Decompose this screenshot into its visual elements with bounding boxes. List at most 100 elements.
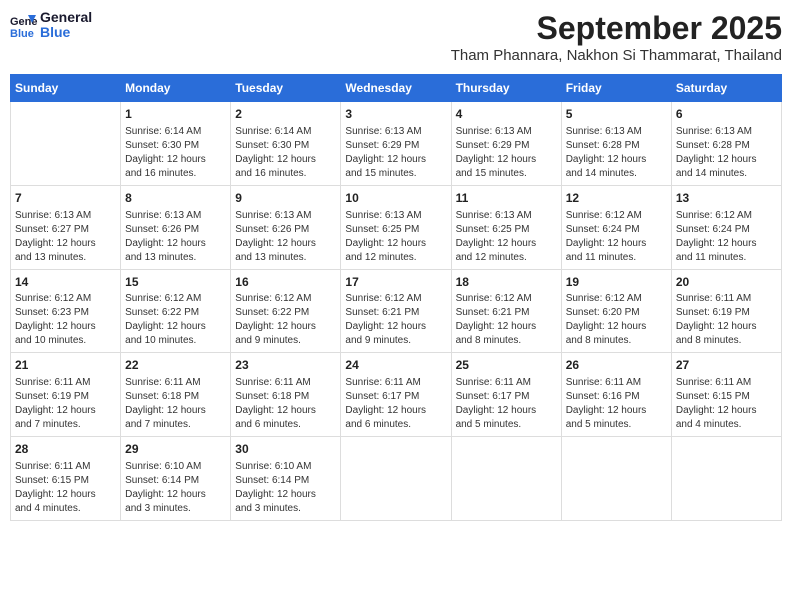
day-info: Sunrise: 6:11 AM Sunset: 6:17 PM Dayligh… (345, 376, 446, 432)
calendar-cell: 22 Sunrise: 6:11 AM Sunset: 6:18 PM Dayli… (121, 353, 231, 437)
day-info: Sunrise: 6:14 AM Sunset: 6:30 PM Dayligh… (235, 125, 336, 181)
header-monday: Monday (121, 75, 231, 102)
day-info: Sunrise: 6:11 AM Sunset: 6:18 PM Dayligh… (235, 376, 336, 432)
day-number: 30 (235, 441, 336, 458)
logo-icon: General Blue (10, 11, 38, 39)
calendar-cell: 18Sunrise: 6:12 AM Sunset: 6:21 PM Dayli… (451, 269, 561, 353)
day-info: Sunrise: 6:10 AM Sunset: 6:14 PM Dayligh… (125, 460, 226, 516)
day-number: 18 (456, 274, 557, 291)
week-row-5: 28Sunrise: 6:11 AM Sunset: 6:15 PM Dayli… (11, 437, 782, 521)
calendar-cell: 25 Sunrise: 6:11 AM Sunset: 6:17 PM Dayli… (451, 353, 561, 437)
calendar-cell (671, 437, 781, 521)
calendar-cell: 5 Sunrise: 6:13 AM Sunset: 6:28 PM Daylig… (561, 102, 671, 186)
day-info: Sunrise: 6:11 AM Sunset: 6:16 PM Dayligh… (566, 376, 667, 432)
calendar-cell: 24 Sunrise: 6:11 AM Sunset: 6:17 PM Dayli… (341, 353, 451, 437)
day-info: Sunrise: 6:11 AM Sunset: 6:17 PM Dayligh… (456, 376, 557, 432)
calendar-cell: 30 Sunrise: 6:10 AM Sunset: 6:14 PM Dayli… (231, 437, 341, 521)
day-number: 11 (456, 190, 557, 207)
calendar-cell: 17Sunrise: 6:12 AM Sunset: 6:21 PM Dayli… (341, 269, 451, 353)
calendar-cell: 16Sunrise: 6:12 AM Sunset: 6:22 PM Dayli… (231, 269, 341, 353)
calendar-cell (341, 437, 451, 521)
week-row-1: 1 Sunrise: 6:14 AM Sunset: 6:30 PM Daylig… (11, 102, 782, 186)
day-number: 27 (676, 357, 777, 374)
day-number: 14 (15, 274, 116, 291)
week-row-4: 21Sunrise: 6:11 AM Sunset: 6:19 PM Dayli… (11, 353, 782, 437)
day-number: 1 (125, 106, 226, 123)
day-number: 19 (566, 274, 667, 291)
header-friday: Friday (561, 75, 671, 102)
day-number: 22 (125, 357, 226, 374)
day-number: 7 (15, 190, 116, 207)
calendar-cell: 7 Sunrise: 6:13 AM Sunset: 6:27 PM Daylig… (11, 185, 121, 269)
day-info: Sunrise: 6:12 AM Sunset: 6:23 PM Dayligh… (15, 292, 116, 348)
day-number: 5 (566, 106, 667, 123)
calendar-cell: 27 Sunrise: 6:11 AM Sunset: 6:15 PM Dayli… (671, 353, 781, 437)
header-thursday: Thursday (451, 75, 561, 102)
calendar-cell: 1 Sunrise: 6:14 AM Sunset: 6:30 PM Daylig… (121, 102, 231, 186)
calendar-title: September 2025 (451, 10, 782, 47)
calendar-cell: 15Sunrise: 6:12 AM Sunset: 6:22 PM Dayli… (121, 269, 231, 353)
day-number: 6 (676, 106, 777, 123)
day-number: 25 (456, 357, 557, 374)
day-info: Sunrise: 6:13 AM Sunset: 6:27 PM Dayligh… (15, 209, 116, 265)
day-number: 15 (125, 274, 226, 291)
day-info: Sunrise: 6:12 AM Sunset: 6:24 PM Dayligh… (566, 209, 667, 265)
day-info: Sunrise: 6:11 AM Sunset: 6:15 PM Dayligh… (15, 460, 116, 516)
day-number: 17 (345, 274, 446, 291)
day-info: Sunrise: 6:12 AM Sunset: 6:20 PM Dayligh… (566, 292, 667, 348)
day-number: 4 (456, 106, 557, 123)
day-info: Sunrise: 6:12 AM Sunset: 6:21 PM Dayligh… (345, 292, 446, 348)
day-number: 29 (125, 441, 226, 458)
calendar-cell: 26 Sunrise: 6:11 AM Sunset: 6:16 PM Dayli… (561, 353, 671, 437)
calendar-cell: 20Sunrise: 6:11 AM Sunset: 6:19 PM Dayli… (671, 269, 781, 353)
day-info: Sunrise: 6:13 AM Sunset: 6:29 PM Dayligh… (456, 125, 557, 181)
day-number: 12 (566, 190, 667, 207)
day-number: 8 (125, 190, 226, 207)
day-number: 9 (235, 190, 336, 207)
header-wednesday: Wednesday (341, 75, 451, 102)
calendar-cell: 21Sunrise: 6:11 AM Sunset: 6:19 PM Dayli… (11, 353, 121, 437)
day-number: 24 (345, 357, 446, 374)
days-header-row: SundayMondayTuesdayWednesdayThursdayFrid… (11, 75, 782, 102)
day-info: Sunrise: 6:13 AM Sunset: 6:28 PM Dayligh… (566, 125, 667, 181)
calendar-cell: 14Sunrise: 6:12 AM Sunset: 6:23 PM Dayli… (11, 269, 121, 353)
day-info: Sunrise: 6:13 AM Sunset: 6:26 PM Dayligh… (125, 209, 226, 265)
day-info: Sunrise: 6:10 AM Sunset: 6:14 PM Dayligh… (235, 460, 336, 516)
day-info: Sunrise: 6:13 AM Sunset: 6:25 PM Dayligh… (345, 209, 446, 265)
calendar-cell: 2Sunrise: 6:14 AM Sunset: 6:30 PM Daylig… (231, 102, 341, 186)
day-number: 10 (345, 190, 446, 207)
day-info: Sunrise: 6:13 AM Sunset: 6:29 PM Dayligh… (345, 125, 446, 181)
calendar-cell (11, 102, 121, 186)
calendar-cell: 19Sunrise: 6:12 AM Sunset: 6:20 PM Dayli… (561, 269, 671, 353)
day-info: Sunrise: 6:11 AM Sunset: 6:19 PM Dayligh… (676, 292, 777, 348)
day-info: Sunrise: 6:12 AM Sunset: 6:24 PM Dayligh… (676, 209, 777, 265)
day-info: Sunrise: 6:13 AM Sunset: 6:25 PM Dayligh… (456, 209, 557, 265)
calendar-subtitle: Tham Phannara, Nakhon Si Thammarat, Thai… (451, 47, 782, 64)
calendar-table: SundayMondayTuesdayWednesdayThursdayFrid… (10, 74, 782, 521)
day-info: Sunrise: 6:12 AM Sunset: 6:22 PM Dayligh… (125, 292, 226, 348)
title-section: September 2025 Tham Phannara, Nakhon Si … (451, 10, 782, 72)
calendar-cell: 8 Sunrise: 6:13 AM Sunset: 6:26 PM Daylig… (121, 185, 231, 269)
calendar-cell: 4 Sunrise: 6:13 AM Sunset: 6:29 PM Daylig… (451, 102, 561, 186)
day-info: Sunrise: 6:11 AM Sunset: 6:18 PM Dayligh… (125, 376, 226, 432)
day-info: Sunrise: 6:11 AM Sunset: 6:15 PM Dayligh… (676, 376, 777, 432)
day-number: 3 (345, 106, 446, 123)
day-number: 16 (235, 274, 336, 291)
logo: General Blue General Blue (10, 10, 92, 41)
calendar-cell: 11 Sunrise: 6:13 AM Sunset: 6:25 PM Dayli… (451, 185, 561, 269)
day-number: 13 (676, 190, 777, 207)
calendar-cell (451, 437, 561, 521)
week-row-3: 14Sunrise: 6:12 AM Sunset: 6:23 PM Dayli… (11, 269, 782, 353)
calendar-cell: 29 Sunrise: 6:10 AM Sunset: 6:14 PM Dayli… (121, 437, 231, 521)
day-number: 26 (566, 357, 667, 374)
day-info: Sunrise: 6:12 AM Sunset: 6:21 PM Dayligh… (456, 292, 557, 348)
day-number: 23 (235, 357, 336, 374)
day-info: Sunrise: 6:13 AM Sunset: 6:26 PM Dayligh… (235, 209, 336, 265)
day-info: Sunrise: 6:12 AM Sunset: 6:22 PM Dayligh… (235, 292, 336, 348)
calendar-cell: 9 Sunrise: 6:13 AM Sunset: 6:26 PM Daylig… (231, 185, 341, 269)
calendar-cell: 6 Sunrise: 6:13 AM Sunset: 6:28 PM Daylig… (671, 102, 781, 186)
day-info: Sunrise: 6:13 AM Sunset: 6:28 PM Dayligh… (676, 125, 777, 181)
calendar-cell: 12 Sunrise: 6:12 AM Sunset: 6:24 PM Dayli… (561, 185, 671, 269)
day-info: Sunrise: 6:14 AM Sunset: 6:30 PM Dayligh… (125, 125, 226, 181)
calendar-cell: 13 Sunrise: 6:12 AM Sunset: 6:24 PM Dayli… (671, 185, 781, 269)
